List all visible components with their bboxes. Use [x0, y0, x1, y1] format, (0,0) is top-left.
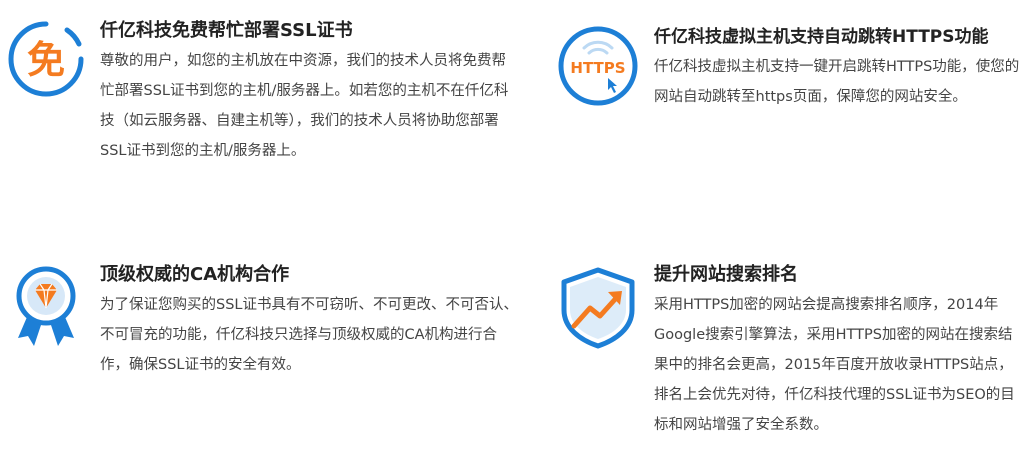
diamond-award-icon [4, 262, 88, 346]
feature-ca-partnership: 顶级权威的CA机构合作 为了保证您购买的SSL证书具有不可窃听、不可更改、不可否… [4, 262, 520, 380]
https-redirect-icon: HTTPS [556, 24, 640, 108]
shield-trend-icon [556, 262, 640, 349]
free-badge-glyph: 免 [27, 38, 65, 82]
feature-search-ranking: 提升网站搜索排名 采用HTTPS加密的网站会提高搜索排名顺序，2014年Goog… [556, 262, 1024, 440]
https-label: HTTPS [570, 59, 625, 77]
feature-title: 仟亿科技虚拟主机支持自动跳转HTTPS功能 [654, 27, 989, 47]
feature-description: 采用HTTPS加密的网站会提高搜索排名顺序，2014年Google搜索引擎算法，… [654, 297, 1015, 433]
feature-title: 提升网站搜索排名 [654, 264, 798, 285]
feature-description: 为了保证您购买的SSL证书具有不可窃听、不可更改、不可否认、不可冒充的功能，仟亿… [100, 297, 518, 373]
feature-description: 尊敬的用户，如您的主机放在中资源，我们的技术人员将免费帮忙部署SSL证书到您的主… [100, 53, 509, 159]
feature-https-redirect: HTTPS 仟亿科技虚拟主机支持自动跳转HTTPS功能 仟亿科技虚拟主机支持一键… [556, 24, 1026, 112]
feature-title: 顶级权威的CA机构合作 [100, 264, 290, 285]
free-badge-icon: 免 [4, 18, 88, 102]
feature-title: 仟亿科技免费帮忙部署SSL证书 [100, 20, 353, 41]
feature-description: 仟亿科技虚拟主机支持一键开启跳转HTTPS功能，使您的网站自动跳转至https页… [654, 59, 1020, 105]
feature-free-deployment: 免 仟亿科技免费帮忙部署SSL证书 尊敬的用户，如您的主机放在中资源，我们的技术… [4, 18, 520, 166]
